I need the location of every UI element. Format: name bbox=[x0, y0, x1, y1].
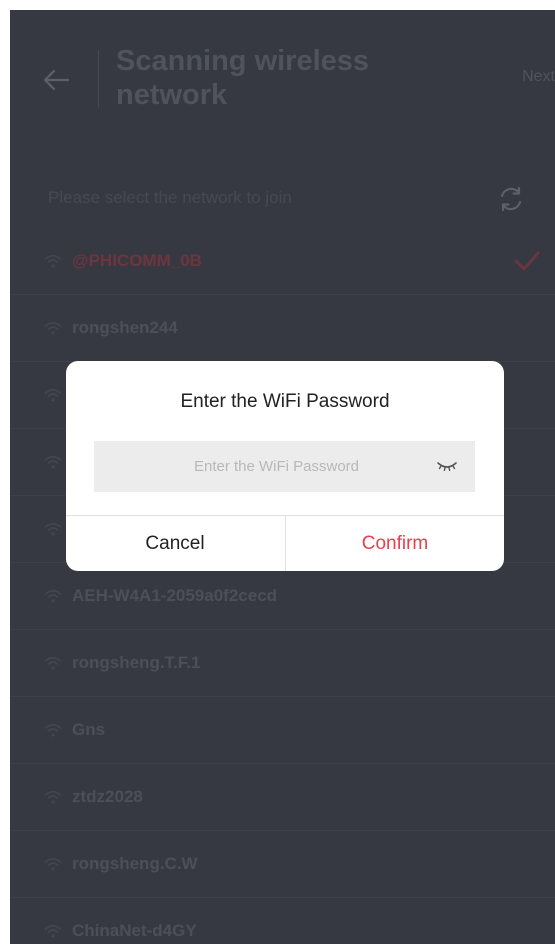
password-visibility-toggle[interactable] bbox=[436, 457, 458, 475]
wifi-password-dialog: Enter the WiFi Password Cancel Confirm bbox=[66, 361, 504, 571]
confirm-button[interactable]: Confirm bbox=[286, 516, 504, 571]
cancel-button[interactable]: Cancel bbox=[66, 516, 284, 571]
wifi-password-input[interactable] bbox=[94, 441, 475, 492]
eye-closed-icon bbox=[437, 462, 457, 472]
dialog-title: Enter the WiFi Password bbox=[180, 391, 390, 412]
app-screen: Scanning wireless network Next Please se… bbox=[10, 10, 555, 944]
